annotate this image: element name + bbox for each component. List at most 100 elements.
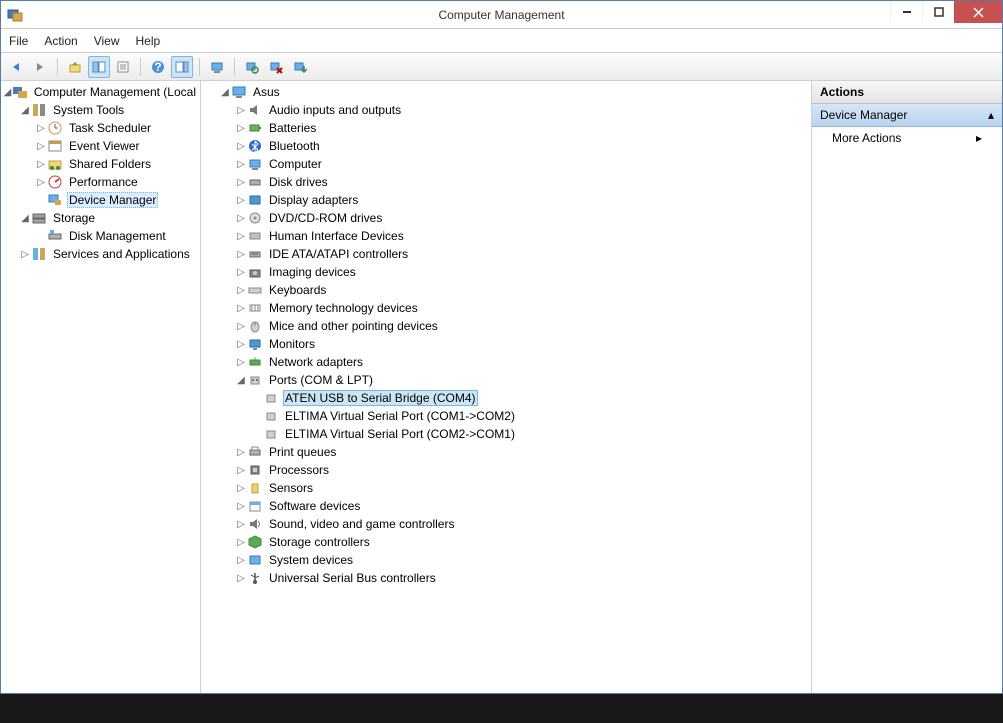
scan-hardware-button[interactable]: [241, 56, 263, 78]
back-button[interactable]: [5, 56, 27, 78]
expand-icon[interactable]: ▷: [235, 465, 247, 476]
collapse-icon[interactable]: ◢: [235, 375, 247, 386]
expand-icon[interactable]: ▷: [235, 123, 247, 134]
expand-icon[interactable]: ▷: [235, 321, 247, 332]
disk-mgmt-icon: [47, 228, 63, 244]
expand-icon[interactable]: ▷: [35, 159, 47, 170]
device-port-eltima1[interactable]: ELTIMA Virtual Serial Port (COM1->COM2): [203, 407, 809, 425]
expand-icon[interactable]: ▷: [235, 195, 247, 206]
device-sensors[interactable]: ▷Sensors: [203, 479, 809, 497]
menu-action[interactable]: Action: [44, 34, 77, 48]
actions-section[interactable]: Device Manager ▴: [812, 104, 1002, 127]
device-display[interactable]: ▷Display adapters: [203, 191, 809, 209]
device-processors[interactable]: ▷Processors: [203, 461, 809, 479]
expand-icon[interactable]: ▷: [235, 285, 247, 296]
device-disk[interactable]: ▷Disk drives: [203, 173, 809, 191]
uninstall-button[interactable]: [265, 56, 287, 78]
expand-icon[interactable]: ▷: [235, 555, 247, 566]
device-root[interactable]: ◢Asus: [203, 83, 809, 101]
up-button[interactable]: [64, 56, 86, 78]
serial-port-icon: [263, 408, 279, 424]
nav-task-scheduler[interactable]: ▷Task Scheduler: [3, 119, 198, 137]
menu-view[interactable]: View: [94, 34, 120, 48]
expand-icon[interactable]: ▷: [235, 573, 247, 584]
device-mice[interactable]: ▷Mice and other pointing devices: [203, 317, 809, 335]
update-driver-button[interactable]: [289, 56, 311, 78]
menu-help[interactable]: Help: [136, 34, 161, 48]
monitor-icon: [247, 336, 263, 352]
nav-storage[interactable]: ◢Storage: [3, 209, 198, 227]
expand-icon[interactable]: ▷: [35, 141, 47, 152]
device-usb[interactable]: ▷Universal Serial Bus controllers: [203, 569, 809, 587]
expand-icon[interactable]: ▷: [235, 159, 247, 170]
device-port-eltima2[interactable]: ELTIMA Virtual Serial Port (COM2->COM1): [203, 425, 809, 443]
toolbar: ?: [1, 53, 1002, 81]
device-batteries[interactable]: ▷Batteries: [203, 119, 809, 137]
device-computer[interactable]: ▷Computer: [203, 155, 809, 173]
device-printq[interactable]: ▷Print queues: [203, 443, 809, 461]
expand-icon[interactable]: ▷: [235, 519, 247, 530]
show-hide-tree-button[interactable]: [88, 56, 110, 78]
actions-more[interactable]: More Actions ▸: [812, 127, 1002, 149]
device-dvd[interactable]: ▷DVD/CD-ROM drives: [203, 209, 809, 227]
expand-icon[interactable]: ▷: [235, 357, 247, 368]
nav-performance[interactable]: ▷Performance: [3, 173, 198, 191]
collapse-icon[interactable]: ◢: [3, 87, 12, 98]
expand-icon[interactable]: ▷: [235, 213, 247, 224]
menubar: File Action View Help: [1, 29, 1002, 53]
nav-event-viewer[interactable]: ▷Event Viewer: [3, 137, 198, 155]
minimize-button[interactable]: [890, 1, 922, 23]
device-software[interactable]: ▷Software devices: [203, 497, 809, 515]
device-imaging[interactable]: ▷Imaging devices: [203, 263, 809, 281]
expand-icon[interactable]: ▷: [235, 141, 247, 152]
device-bluetooth[interactable]: ▷Bluetooth: [203, 137, 809, 155]
device-keyboards[interactable]: ▷Keyboards: [203, 281, 809, 299]
expand-icon[interactable]: ▷: [235, 537, 247, 548]
device-audio[interactable]: ▷Audio inputs and outputs: [203, 101, 809, 119]
device-port-aten[interactable]: ATEN USB to Serial Bridge (COM4): [203, 389, 809, 407]
collapse-icon[interactable]: ◢: [219, 87, 231, 98]
device-ide[interactable]: ▷IDE ATA/ATAPI controllers: [203, 245, 809, 263]
collapse-icon[interactable]: ◢: [19, 213, 31, 224]
expand-icon[interactable]: ▷: [35, 177, 47, 188]
expand-icon[interactable]: ▷: [19, 249, 31, 260]
svg-text:?: ?: [154, 60, 161, 74]
port-icon: [247, 372, 263, 388]
expand-icon[interactable]: ▷: [235, 501, 247, 512]
close-button[interactable]: [954, 1, 1002, 23]
forward-button[interactable]: [29, 56, 51, 78]
nav-shared-folders[interactable]: ▷Shared Folders: [3, 155, 198, 173]
expand-icon[interactable]: ▷: [35, 123, 47, 134]
device-sound[interactable]: ▷Sound, video and game controllers: [203, 515, 809, 533]
expand-icon[interactable]: ▷: [235, 231, 247, 242]
device-sysdev[interactable]: ▷System devices: [203, 551, 809, 569]
expand-icon[interactable]: ▷: [235, 339, 247, 350]
expand-icon[interactable]: ▷: [235, 267, 247, 278]
maximize-button[interactable]: [922, 1, 954, 23]
expand-icon[interactable]: ▷: [235, 177, 247, 188]
expand-icon[interactable]: ▷: [235, 483, 247, 494]
help-button[interactable]: ?: [147, 56, 169, 78]
expand-icon[interactable]: ▷: [235, 303, 247, 314]
nav-device-manager[interactable]: Device Manager: [3, 191, 198, 209]
collapse-icon[interactable]: ◢: [19, 105, 31, 116]
expand-icon[interactable]: ▷: [235, 249, 247, 260]
device-memtech[interactable]: ▷Memory technology devices: [203, 299, 809, 317]
device-storagectl[interactable]: ▷Storage controllers: [203, 533, 809, 551]
collapse-icon[interactable]: ▴: [988, 108, 994, 122]
device-monitors[interactable]: ▷Monitors: [203, 335, 809, 353]
computer-icon-button[interactable]: [206, 56, 228, 78]
show-hide-action-button[interactable]: [171, 56, 193, 78]
expand-icon[interactable]: ▷: [235, 447, 247, 458]
device-network[interactable]: ▷Network adapters: [203, 353, 809, 371]
nav-system-tools[interactable]: ◢System Tools: [3, 101, 198, 119]
device-ports[interactable]: ◢Ports (COM & LPT): [203, 371, 809, 389]
menu-file[interactable]: File: [9, 34, 28, 48]
properties-button[interactable]: [112, 56, 134, 78]
expand-icon[interactable]: ▷: [235, 105, 247, 116]
device-hid[interactable]: ▷Human Interface Devices: [203, 227, 809, 245]
nav-disk-management[interactable]: Disk Management: [3, 227, 198, 245]
nav-root[interactable]: ◢Computer Management (Local: [3, 83, 198, 101]
nav-services[interactable]: ▷Services and Applications: [3, 245, 198, 263]
taskbar: [0, 694, 1003, 723]
